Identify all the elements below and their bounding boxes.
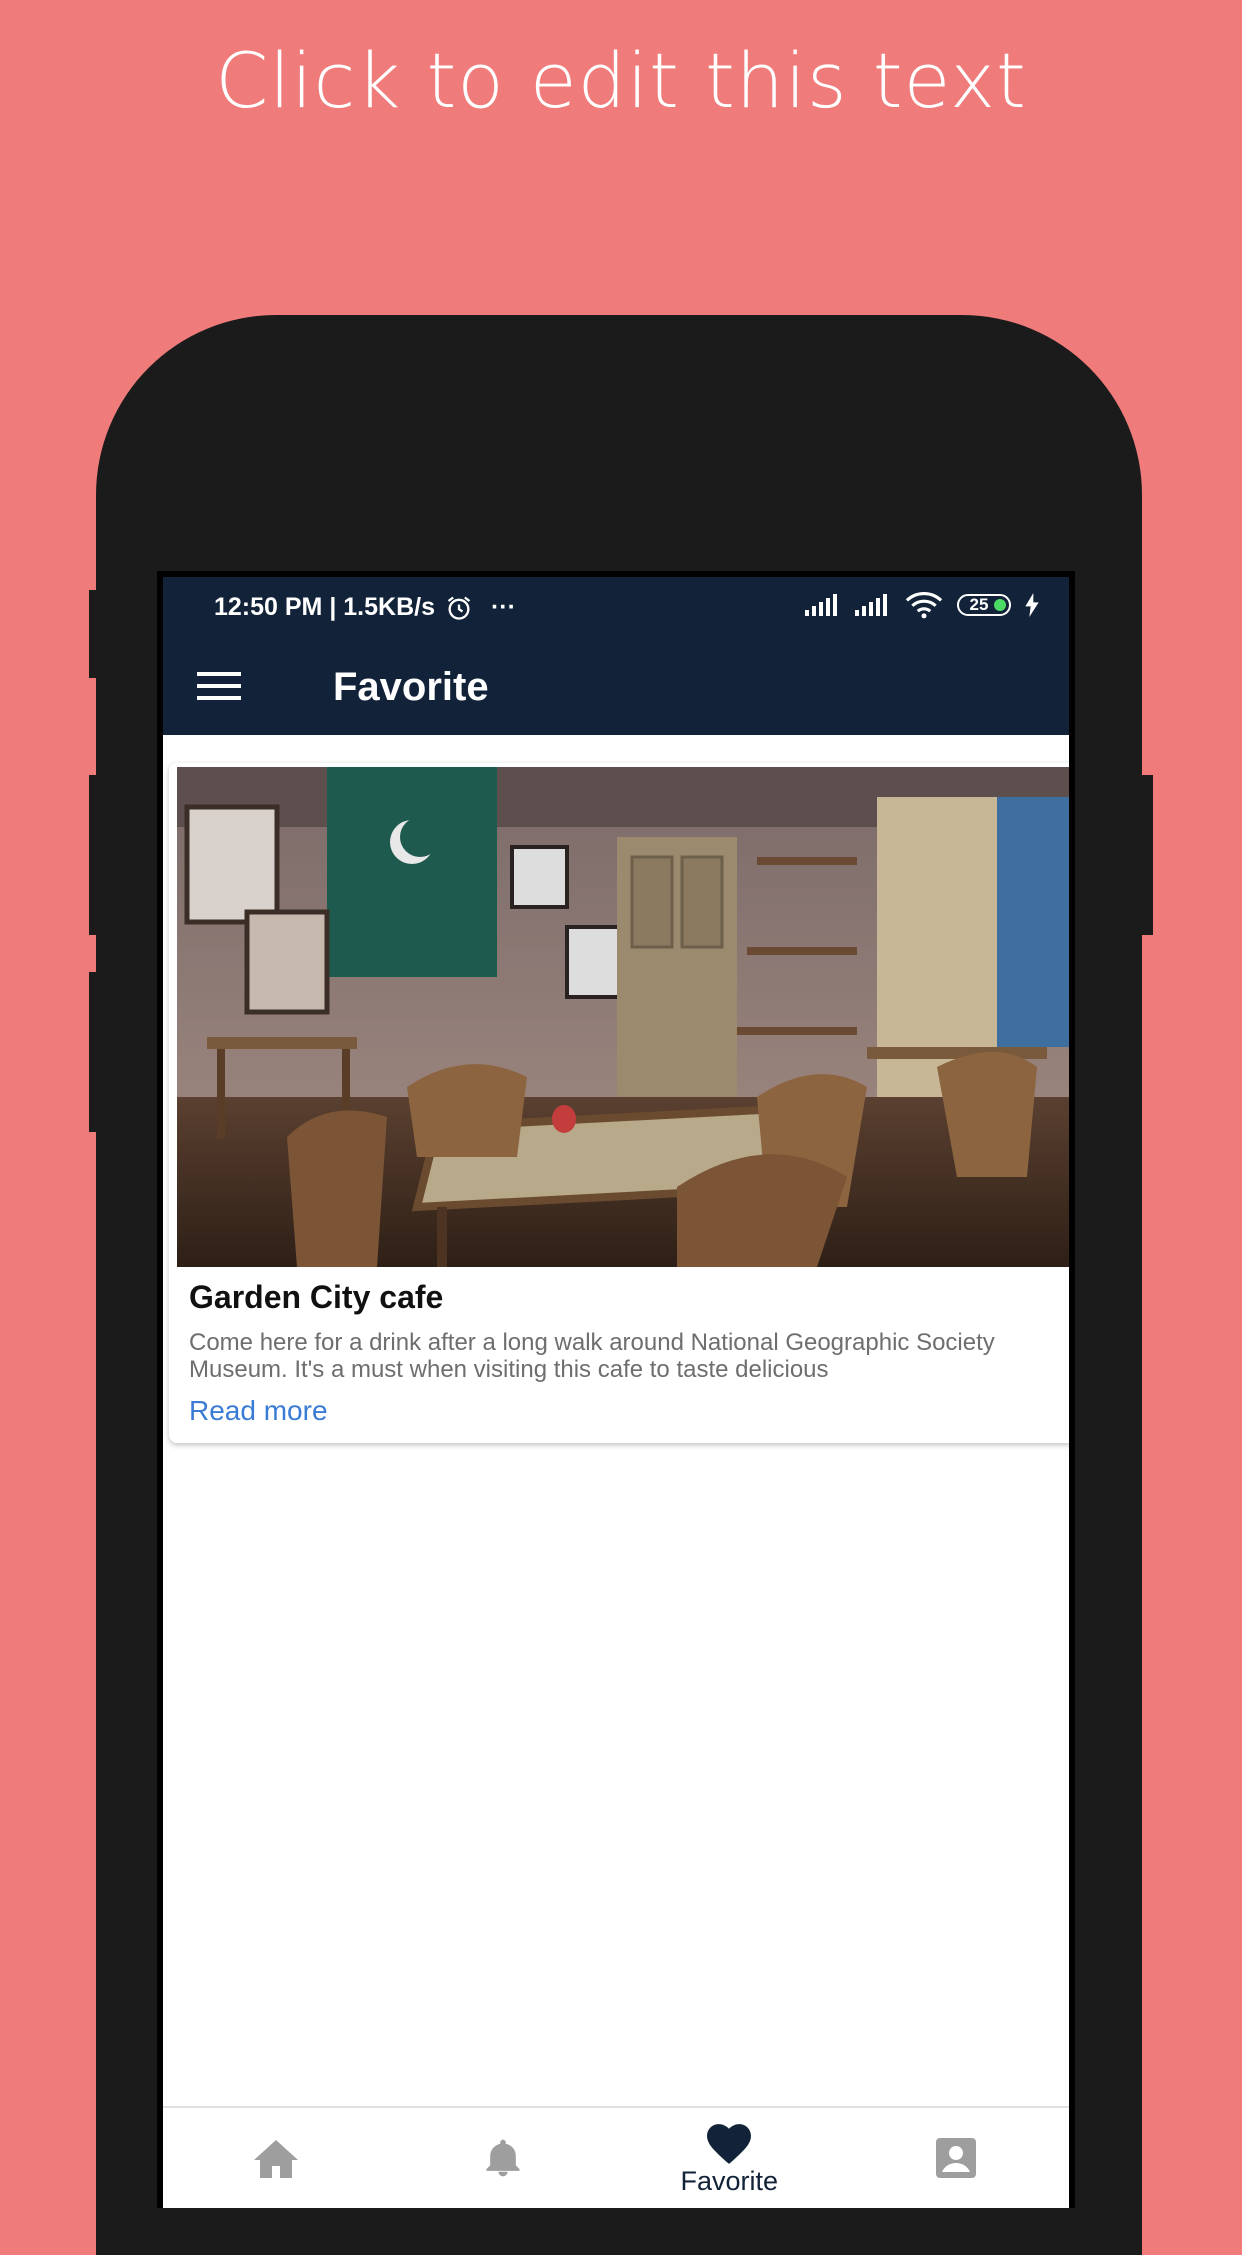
phone-screen: 12:50 PM | 1.5KB/s ··· 25 Favorite Garde…	[157, 571, 1075, 2208]
home-icon	[254, 2140, 299, 2178]
card-title[interactable]: Garden City cafe	[189, 1279, 443, 1316]
menu-icon-line	[197, 696, 241, 700]
read-more-link[interactable]: Read more	[189, 1395, 328, 1427]
nav-favorite[interactable]: Favorite	[616, 2108, 843, 2208]
nav-home[interactable]	[163, 2108, 390, 2208]
nav-favorite-label: Favorite	[680, 2165, 779, 2196]
bottom-navigation: Favorite	[163, 2106, 1069, 2208]
status-time: 12:50 PM | 1.5KB/s	[214, 593, 435, 621]
bell-icon	[486, 2139, 520, 2177]
nav-notifications[interactable]	[390, 2108, 617, 2208]
cafe-photo[interactable]	[177, 767, 1071, 1267]
battery-icon: 25	[957, 594, 1011, 616]
battery-level: 25	[969, 595, 989, 614]
menu-icon	[197, 672, 241, 676]
account-box-icon	[935, 2138, 976, 2178]
card-description: Come here for a drink after a long walk …	[189, 1329, 995, 1383]
charging-icon	[1025, 593, 1039, 617]
heart-icon	[707, 2123, 752, 2164]
signal-icon	[855, 594, 887, 616]
phone-side-button	[89, 775, 101, 935]
status-bar: 12:50 PM | 1.5KB/s ··· 25	[163, 577, 1069, 639]
promo-headline[interactable]: Click to edit this text	[0, 36, 1242, 125]
more-notifications-icon: ···	[490, 593, 516, 621]
phone-side-button	[89, 590, 101, 678]
wifi-icon	[905, 591, 943, 619]
page-title: Favorite	[333, 665, 489, 709]
phone-side-button	[89, 972, 101, 1132]
nav-profile[interactable]	[843, 2108, 1070, 2208]
phone-side-button	[1141, 775, 1153, 935]
menu-icon-line	[197, 684, 241, 688]
alarm-icon	[447, 596, 471, 620]
menu-button[interactable]	[197, 661, 247, 711]
signal-icon	[805, 594, 837, 616]
app-bar: Favorite	[163, 639, 1069, 735]
favorite-card[interactable]: Garden City cafe Come here for a drink a…	[169, 763, 1071, 1443]
